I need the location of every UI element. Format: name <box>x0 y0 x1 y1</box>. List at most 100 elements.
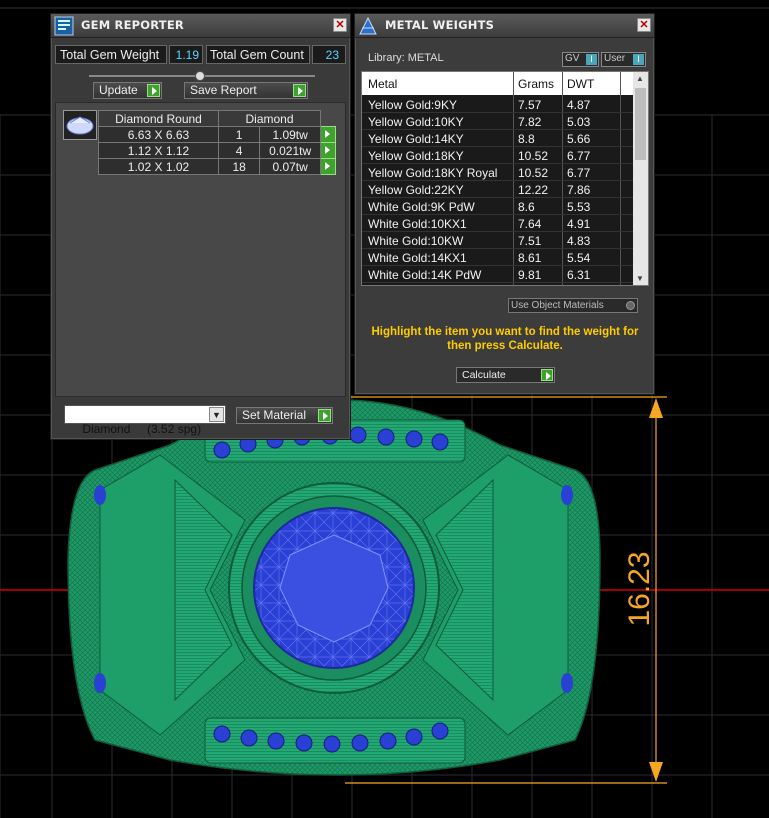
instruction-text: Highlight the item you want to find the … <box>371 326 639 352</box>
metal-row[interactable]: Yellow Gold:18KY 10.52 6.77 <box>362 147 634 164</box>
metal-weights-titlebar[interactable]: METAL WEIGHTS ✕ <box>355 14 654 38</box>
gem-reporter-panel: GEM REPORTER ✕ Total Gem Weight 1.19 Tot… <box>50 13 351 440</box>
metal-name: White Gold:14KX1 <box>368 251 467 265</box>
gv-toggle[interactable]: GV I <box>562 52 599 67</box>
calculate-button[interactable]: Calculate <box>456 367 555 383</box>
metal-name: Yellow Gold:18KY Royal <box>368 166 498 180</box>
dwt-column-header[interactable]: DWT <box>567 77 594 91</box>
metal-list[interactable]: Metal Grams DWT Yellow Gold:9KY 7.57 4.87 … <box>361 71 649 286</box>
gem-row[interactable]: 1.12 X 1.12 4 0.021tw <box>98 142 336 159</box>
material-select-value: Diamond (3.52 spg) <box>82 422 202 436</box>
metal-grams: 8.8 <box>518 132 535 146</box>
gem-list-area: Diamond Round Diamond 6.63 X 6.63 1 1.09… <box>55 102 346 397</box>
gem-size: 1.12 X 1.12 <box>98 142 219 159</box>
metal-grams: 7.57 <box>518 98 542 112</box>
metal-dwt: 5.53 <box>567 200 591 214</box>
metal-column-header[interactable]: Metal <box>368 77 397 91</box>
material-select[interactable]: Diamond (3.52 spg) ▼ <box>64 405 226 436</box>
total-gem-count-label: Total Gem Count <box>206 45 310 64</box>
chevron-down-icon[interactable]: ▼ <box>209 407 224 422</box>
scroll-down-icon[interactable]: ▼ <box>636 274 644 283</box>
gem-row-go-button[interactable] <box>320 158 336 175</box>
metal-name: White Gold:10KX1 <box>368 217 467 231</box>
metal-weights-panel: METAL WEIGHTS ✕ Library: METAL GV I User… <box>354 13 655 395</box>
update-button[interactable]: Update <box>93 82 162 99</box>
set-material-button[interactable]: Set Material <box>236 407 333 424</box>
metal-row[interactable]: Yellow Gold:9KY 7.57 4.87 <box>362 96 634 113</box>
metal-list-header: Metal Grams DWT <box>362 72 634 95</box>
metal-dwt: 5.54 <box>567 251 591 265</box>
use-object-materials-toggle[interactable]: Use Object Materials <box>508 298 638 313</box>
metal-dwt: 7.86 <box>567 183 591 197</box>
metal-row[interactable]: Yellow Gold:14KY 8.8 5.66 <box>362 130 634 147</box>
use-object-materials-label: Use Object Materials <box>511 300 604 311</box>
gem-reporter-titlebar[interactable]: GEM REPORTER ✕ <box>51 14 350 38</box>
gem-row[interactable]: 1.02 X 1.02 18 0.07tw <box>98 158 336 175</box>
metal-list-scrollbar[interactable]: ▲ ▼ <box>633 72 648 285</box>
metal-row[interactable]: White Gold:9K PdW 8.6 5.53 <box>362 198 634 215</box>
save-report-button[interactable]: Save Report <box>184 82 308 99</box>
gv-label: GV <box>565 53 580 64</box>
metal-grams: 8.61 <box>518 251 542 265</box>
gem-weight: 0.07tw <box>259 158 321 175</box>
gem-weight: 0.021tw <box>259 142 321 159</box>
gem-row[interactable]: 6.63 X 6.63 1 1.09tw <box>98 126 336 143</box>
metal-dwt: 4.87 <box>567 98 591 112</box>
metal-dwt: 6.77 <box>567 166 591 180</box>
diamond-icon <box>66 116 94 135</box>
save-report-button-label: Save Report <box>190 83 257 97</box>
metal-name: Yellow Gold:22KY <box>368 183 464 197</box>
metal-row[interactable]: Yellow Gold:22KY 12.22 7.86 <box>362 181 634 198</box>
scroll-up-icon[interactable]: ▲ <box>636 74 644 83</box>
gem-shape-header: Diamond Round <box>98 110 219 127</box>
metal-row[interactable]: White Gold:14KX1 8.61 5.54 <box>362 249 634 266</box>
metal-grams: 7.82 <box>518 115 542 129</box>
metal-row[interactable]: White Gold:14K PdW 9.81 6.31 <box>362 266 634 283</box>
metal-grams: 7.64 <box>518 217 542 231</box>
user-toggle[interactable]: User I <box>601 52 646 67</box>
gem-reporter-close-button[interactable]: ✕ <box>333 18 347 32</box>
gem-size: 6.63 X 6.63 <box>98 126 219 143</box>
metal-name: Yellow Gold:10KY <box>368 115 464 129</box>
metal-row[interactable]: Yellow Gold:18KY Royal 10.52 6.77 <box>362 164 634 181</box>
gem-reporter-icon <box>54 16 74 36</box>
gem-count: 18 <box>217 158 261 175</box>
gem-table: Diamond Round Diamond 6.63 X 6.63 1 1.09… <box>98 110 336 175</box>
metal-row[interactable]: White Gold:10KW 7.51 4.83 <box>362 232 634 249</box>
gem-row-go-button[interactable] <box>320 142 336 159</box>
gem-reporter-title: GEM REPORTER <box>81 18 184 32</box>
slider-handle[interactable] <box>195 71 205 81</box>
metal-row[interactable]: White Gold:10KX1 7.64 4.91 <box>362 215 634 232</box>
metal-weights-title: METAL WEIGHTS <box>385 18 495 32</box>
metal-name: Yellow Gold:14KY <box>368 132 464 146</box>
metal-row[interactable]: Yellow Gold:10KY 7.82 5.03 <box>362 113 634 130</box>
metal-dwt: 4.91 <box>567 217 591 231</box>
metal-grams: 9.81 <box>518 268 542 282</box>
toggle-indicator-icon <box>626 301 635 310</box>
total-gem-weight-value: 1.19 <box>169 45 203 64</box>
gem-weight: 1.09tw <box>259 126 321 143</box>
metal-name: White Gold:9K PdW <box>368 200 475 214</box>
metal-grams: 7.51 <box>518 234 542 248</box>
grams-column-header[interactable]: Grams <box>518 77 554 91</box>
metal-name: White Gold:14K PdW <box>368 268 482 282</box>
metal-dwt: 5.66 <box>567 132 591 146</box>
set-material-go-icon <box>318 409 331 422</box>
metal-weights-close-button[interactable]: ✕ <box>637 18 651 32</box>
metal-weights-icon <box>359 16 377 35</box>
gem-count: 4 <box>217 142 261 159</box>
update-button-label: Update <box>99 83 138 97</box>
ring-model <box>67 399 601 776</box>
scrollbar-thumb[interactable] <box>635 88 646 160</box>
total-gem-weight-label: Total Gem Weight <box>55 45 167 64</box>
metal-grams: 12.22 <box>518 183 549 197</box>
user-label: User <box>604 53 626 64</box>
metal-grams: 10.52 <box>518 166 549 180</box>
gem-size: 1.02 X 1.02 <box>98 158 219 175</box>
set-material-button-label: Set Material <box>242 408 307 422</box>
metal-dwt: 5.03 <box>567 115 591 129</box>
metal-dwt: 6.77 <box>567 149 591 163</box>
dimension-label: 16.23 <box>623 551 656 627</box>
report-slider[interactable] <box>89 71 315 81</box>
gem-row-go-button[interactable] <box>320 126 336 143</box>
